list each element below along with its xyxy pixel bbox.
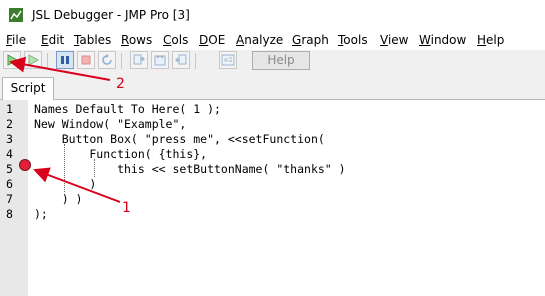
annotation-overlay bbox=[9, 56, 121, 203]
callout-1: 1 bbox=[122, 200, 131, 216]
arrow-to-breakpoint bbox=[33, 167, 121, 203]
callout-2: 2 bbox=[116, 76, 125, 92]
arrow-to-run-button bbox=[9, 56, 111, 81]
